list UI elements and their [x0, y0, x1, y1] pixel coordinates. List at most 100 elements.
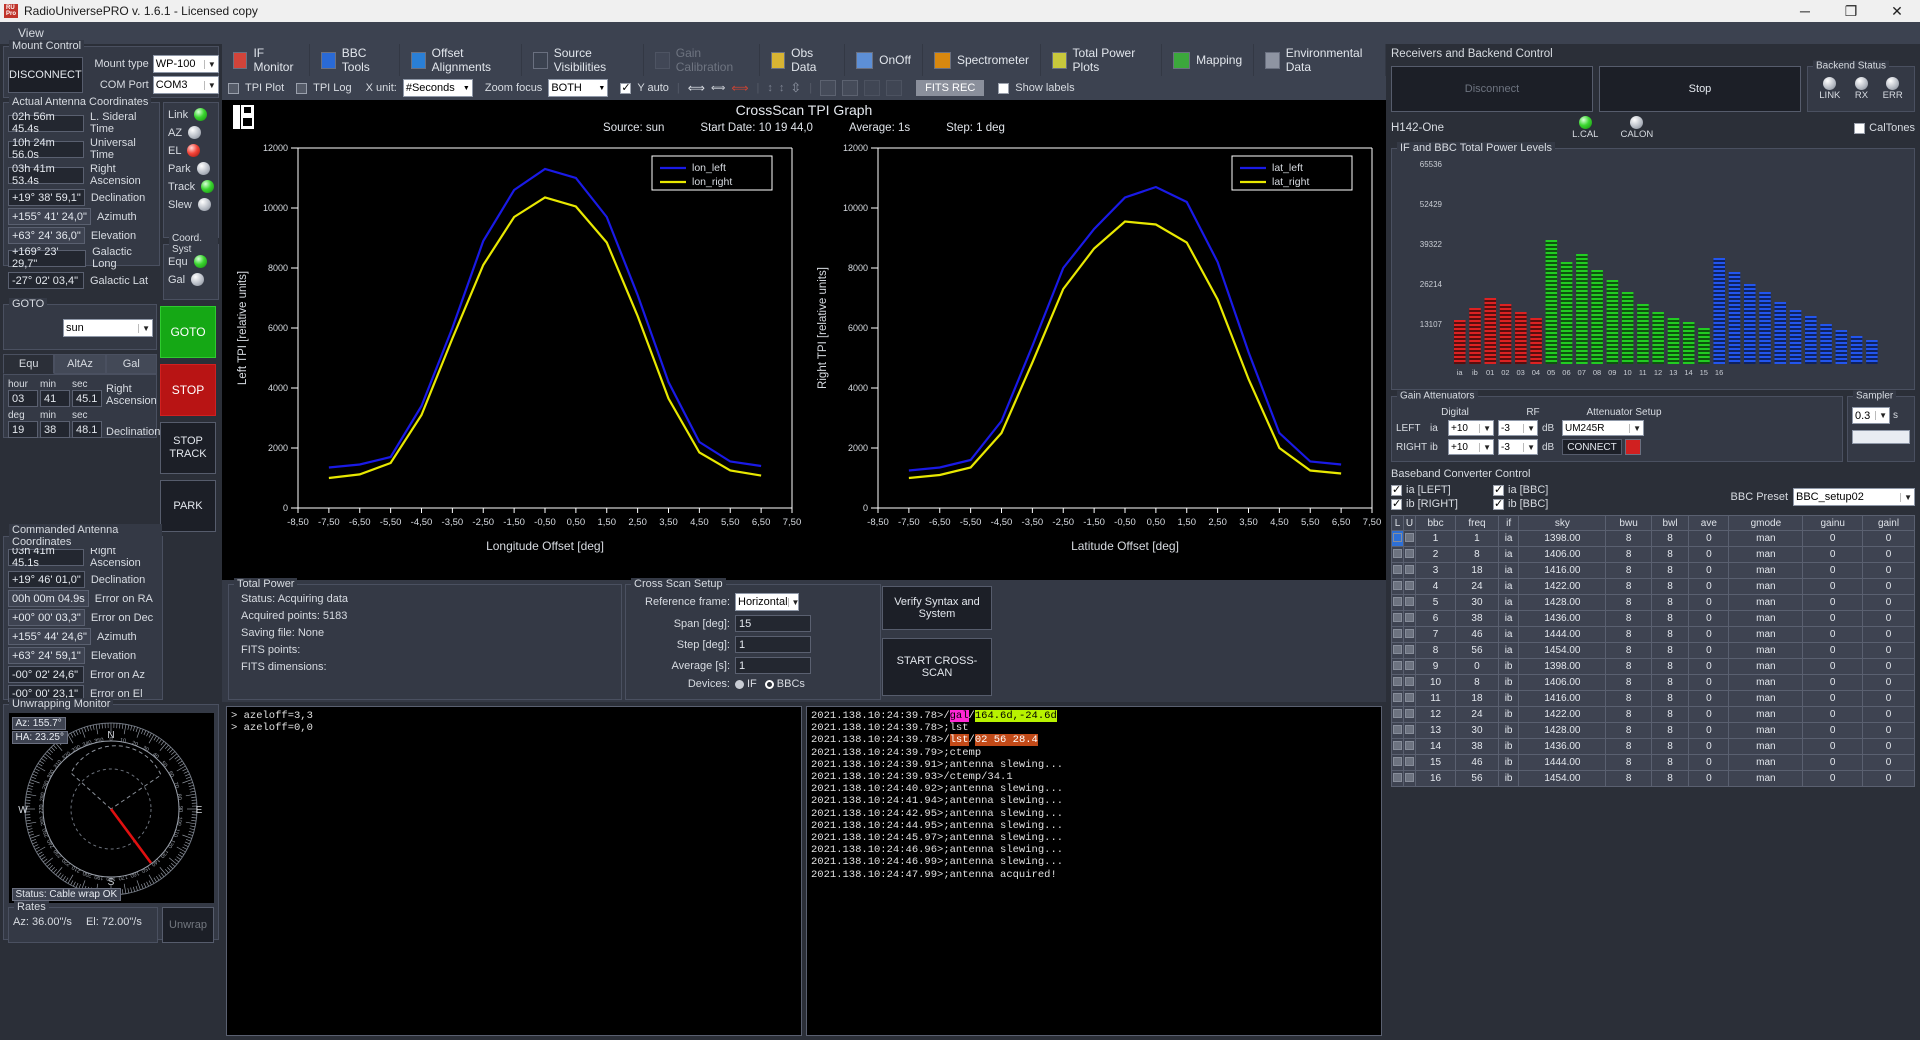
bbc-cell[interactable]: ib [1497, 738, 1520, 755]
bbc-upper-toggle[interactable] [1405, 692, 1414, 702]
bbc-cell[interactable]: 0 [1862, 642, 1915, 659]
bbc-upper-toggle[interactable] [1405, 612, 1414, 622]
log-console-right[interactable]: 2021.138.10:24:39.78>/gal/164.6d,-24.6d 2… [806, 706, 1382, 1036]
bbc-lower-cell[interactable] [1391, 674, 1404, 691]
bbc-cell[interactable]: 1454.00 [1518, 770, 1607, 787]
toolbar-tab-onoff[interactable]: OnOff [845, 44, 923, 76]
toolbar-tab-environmental-data[interactable]: Environmental Data [1254, 44, 1386, 76]
bbc-cell[interactable]: 0 [1802, 642, 1864, 659]
bbc-cell[interactable]: 8 [1650, 610, 1690, 627]
bbc-upper-cell[interactable] [1403, 530, 1416, 547]
backend-disconnect-button[interactable]: Disconnect [1391, 66, 1593, 112]
bbc-cell[interactable]: 24 [1455, 578, 1499, 595]
zoom-x-narrow-icon[interactable]: ⟺ [711, 83, 725, 94]
bbc-table-row[interactable]: 11 18 ib 1416.00 8 8 0 man 0 0 [1391, 690, 1915, 707]
bbc-cell[interactable]: 14 [1414, 738, 1457, 755]
bbc-cell[interactable]: 0 [1688, 722, 1730, 739]
bbc-table-row[interactable]: 8 56 ia 1454.00 8 8 0 man 0 0 [1391, 642, 1915, 659]
bbc-cell[interactable]: 0 [1862, 546, 1915, 563]
bbc-cell[interactable]: 0 [1862, 738, 1915, 755]
bbc-cell[interactable]: ia [1497, 578, 1520, 595]
bbc-cell[interactable]: 0 [1862, 626, 1915, 643]
bbc-upper-toggle[interactable] [1405, 708, 1414, 718]
bbc-upper-cell[interactable] [1403, 642, 1416, 659]
unwrap-button[interactable]: Unwrap [162, 907, 214, 943]
bbc-cell[interactable]: ia [1497, 594, 1520, 611]
bbc-cell[interactable]: 46 [1455, 754, 1499, 771]
bbc-cell[interactable]: 8 [1605, 546, 1652, 563]
save-plot-icon[interactable] [864, 80, 881, 96]
bbc-cell[interactable]: 0 [1802, 594, 1864, 611]
bbc-table-row[interactable]: 4 24 ia 1422.00 8 8 0 man 0 0 [1391, 578, 1915, 595]
bbc-cell[interactable]: 7 [1414, 626, 1457, 643]
goto-tab-gal[interactable]: Gal [105, 354, 157, 374]
toolbar-tab-spectrometer[interactable]: Spectrometer [923, 44, 1041, 76]
baseband-check-ibbbc[interactable]: ib [BBC] [1493, 497, 1583, 510]
bbc-cell[interactable]: 0 [1688, 578, 1730, 595]
rf-atten-select[interactable]: -3 ▼ [1498, 439, 1538, 455]
bbc-upper-cell[interactable] [1403, 722, 1416, 739]
bbc-cell[interactable]: 0 [1688, 754, 1730, 771]
park-button[interactable]: PARK [160, 480, 216, 532]
bbc-cell[interactable]: 0 [1802, 530, 1864, 547]
bbc-cell[interactable]: 1 [1455, 530, 1499, 547]
zoom-y-fit-icon[interactable]: ⇳ [790, 80, 801, 96]
bbc-lower-toggle[interactable] [1393, 740, 1402, 750]
bbc-cell[interactable]: ib [1497, 770, 1520, 787]
bbc-cell[interactable]: 1436.00 [1518, 738, 1607, 755]
bbc-upper-toggle[interactable] [1405, 596, 1414, 606]
bbc-cell[interactable]: 0 [1802, 706, 1864, 723]
span-input[interactable]: 15 [735, 615, 811, 632]
bbc-cell[interactable]: 8 [1650, 578, 1690, 595]
bbc-table-row[interactable]: 16 56 ib 1454.00 8 8 0 man 0 0 [1391, 770, 1915, 787]
bbc-cell[interactable]: 0 [1802, 722, 1864, 739]
bbc-cell[interactable]: 8 [1650, 738, 1690, 755]
bbc-cell[interactable]: 8 [1605, 642, 1652, 659]
bbc-cell[interactable]: 8 [1650, 706, 1690, 723]
bbc-cell[interactable]: 0 [1802, 626, 1864, 643]
bbc-lower-cell[interactable] [1391, 738, 1404, 755]
device-bbcs-radio[interactable] [764, 679, 774, 689]
bbc-cell[interactable]: 1422.00 [1518, 578, 1607, 595]
bbc-lower-toggle[interactable] [1393, 772, 1402, 782]
bbc-cell[interactable]: 1428.00 [1518, 722, 1607, 739]
bbc-cell[interactable]: 8 [1650, 562, 1690, 579]
bbc-cell[interactable]: 0 [1802, 658, 1864, 675]
bbc-cell[interactable]: 8 [1605, 610, 1652, 627]
caltones-checkbox[interactable] [1854, 122, 1866, 134]
bbc-cell[interactable]: 6 [1414, 610, 1457, 627]
bbc-cell[interactable]: man [1728, 594, 1804, 611]
bbc-cell[interactable]: man [1728, 754, 1804, 771]
bbc-cell[interactable]: 8 [1605, 562, 1652, 579]
y-auto-checkbox[interactable] [620, 81, 632, 94]
bbc-table-row[interactable]: 9 0 ib 1398.00 8 8 0 man 0 0 [1391, 658, 1915, 675]
bbc-cell[interactable]: 8 [1605, 578, 1652, 595]
bbc-cell[interactable]: man [1728, 738, 1804, 755]
bbc-cell[interactable]: 0 [1862, 722, 1915, 739]
bbc-cell[interactable]: 0 [1862, 610, 1915, 627]
checkbox-icon[interactable] [1493, 497, 1504, 510]
bbc-lower-cell[interactable] [1391, 546, 1404, 563]
close-button[interactable]: ✕ [1874, 0, 1920, 22]
stop-track-button[interactable]: STOP TRACK [160, 422, 216, 474]
bbc-cell[interactable]: ia [1497, 546, 1520, 563]
bbc-lower-toggle[interactable] [1393, 628, 1402, 638]
fits-rec-button[interactable]: FITS REC [916, 80, 985, 96]
bbc-upper-toggle[interactable] [1405, 548, 1414, 558]
bbc-cell[interactable]: 1444.00 [1518, 754, 1607, 771]
bbc-cell[interactable]: 8 [1455, 674, 1499, 691]
baseband-check-ibright[interactable]: ib [RIGHT] [1391, 497, 1481, 510]
bbc-cell[interactable]: 1428.00 [1518, 594, 1607, 611]
bbc-cell[interactable]: 1436.00 [1518, 610, 1607, 627]
bbc-cell[interactable]: man [1728, 530, 1804, 547]
toolbar-tab-mapping[interactable]: Mapping [1162, 44, 1255, 76]
bbc-cell[interactable]: 1422.00 [1518, 706, 1607, 723]
bbc-table-row[interactable]: 6 38 ia 1436.00 8 8 0 man 0 0 [1391, 610, 1915, 627]
checkbox-icon[interactable] [1391, 483, 1402, 496]
bbc-lower-toggle[interactable] [1393, 580, 1402, 590]
maximize-button[interactable]: ❐ [1828, 0, 1874, 22]
bbc-cell[interactable]: ib [1497, 722, 1520, 739]
bbc-cell[interactable]: 8 [1605, 706, 1652, 723]
toolbar-tab-if-monitor[interactable]: IF Monitor [222, 44, 311, 76]
checkbox-icon[interactable] [1391, 497, 1402, 510]
